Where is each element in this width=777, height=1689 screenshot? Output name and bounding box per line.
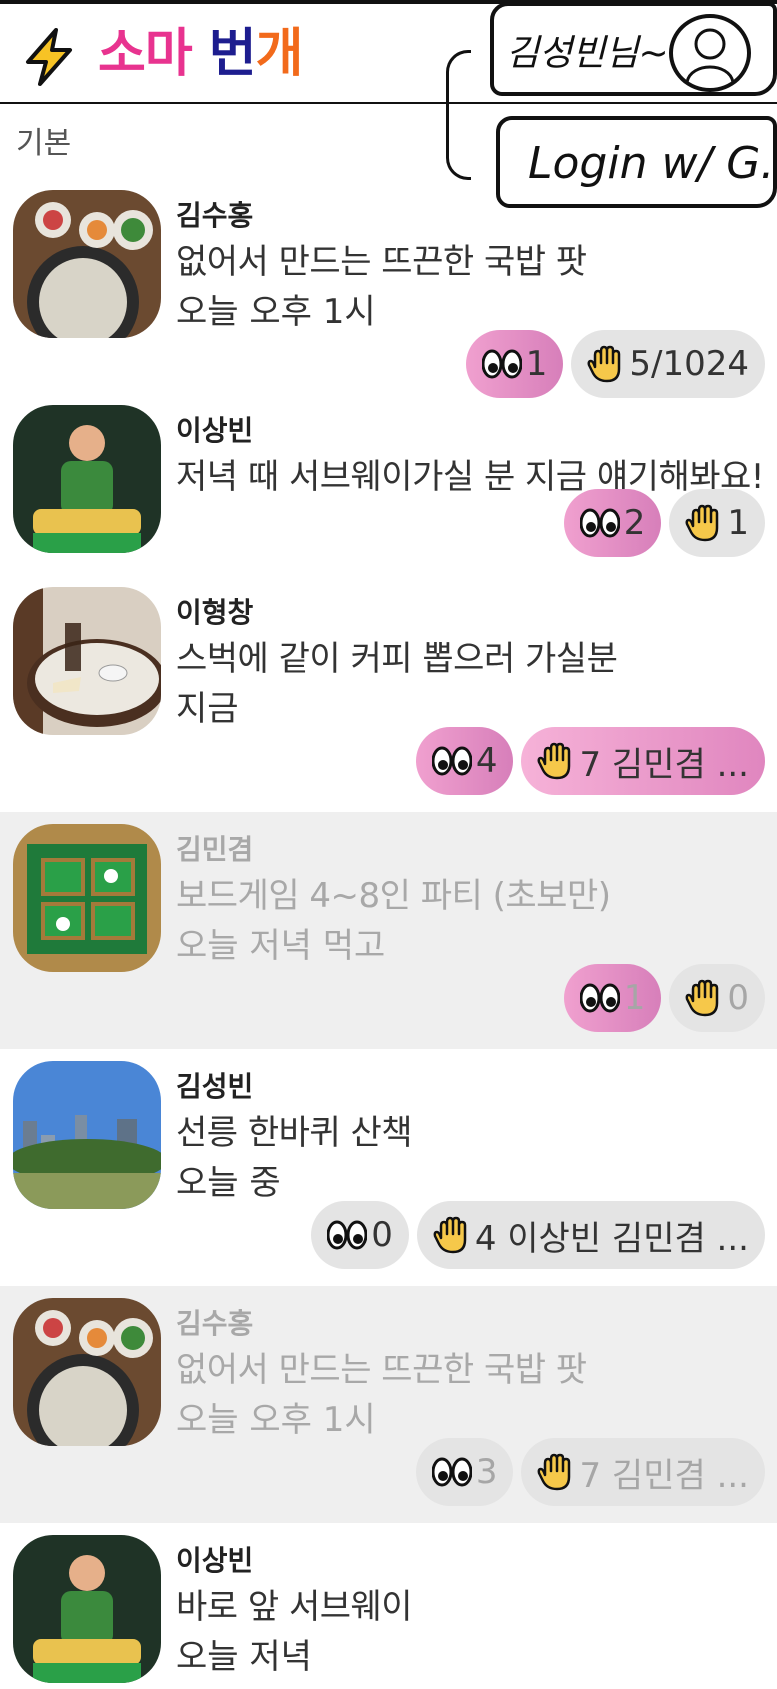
post-thumbnail xyxy=(13,1298,161,1446)
post-item[interactable]: 이형창 스벅에 같이 커피 뽑으러 가실분 지금 4 7 김민겸 ... xyxy=(0,575,777,812)
view-count-badge[interactable]: 1 xyxy=(563,964,662,1032)
post-thumbnail xyxy=(13,190,161,338)
join-count: 7 김민겸 ... xyxy=(579,744,749,785)
post-badges: 4 7 김민겸 ... xyxy=(415,727,765,795)
join-badge[interactable]: 5/1024 xyxy=(571,330,765,398)
post-title: 없어서 만드는 뜨끈한 국밥 팟 xyxy=(176,1350,587,1390)
raised-hand-icon xyxy=(685,504,719,542)
post-item[interactable]: 김민겸 보드게임 4~8인 파티 (초보만) 오늘 저녁 먹고 1 0 xyxy=(0,812,777,1049)
view-count: 4 xyxy=(475,741,498,781)
post-badges: 1 5/1024 xyxy=(465,330,765,398)
post-thumbnail xyxy=(13,824,161,972)
post-author: 이상빈 xyxy=(176,414,254,447)
view-count-badge[interactable]: 1 xyxy=(465,330,564,398)
post-thumbnail xyxy=(13,1061,161,1209)
raised-hand-icon xyxy=(537,1453,571,1491)
eyes-icon xyxy=(481,349,522,379)
post-title: 없어서 만드는 뜨끈한 국밥 팟 xyxy=(176,242,587,282)
join-badge[interactable]: 7 김민겸 ... xyxy=(521,727,765,795)
join-badge[interactable]: 1 xyxy=(669,489,765,557)
post-thumbnail xyxy=(13,1535,161,1683)
post-author: 김수홍 xyxy=(176,199,254,232)
join-badge[interactable]: 4 이상빈 김민겸 ... xyxy=(416,1201,765,1269)
eyes-icon xyxy=(327,1220,368,1250)
view-count: 1 xyxy=(525,344,548,384)
join-count: 4 이상빈 김민겸 ... xyxy=(474,1218,749,1259)
post-item[interactable]: 김성빈 선릉 한바퀴 산책 오늘 중 0 4 이상빈 김민겸 ... xyxy=(0,1049,777,1286)
post-author: 김수홍 xyxy=(176,1307,254,1340)
join-badge[interactable]: 7 김민겸 ... xyxy=(521,1438,765,1506)
post-time: 오늘 오후 1시 xyxy=(176,1400,376,1440)
join-count: 1 xyxy=(727,503,749,543)
raised-hand-icon xyxy=(537,742,571,780)
annotation-bracket xyxy=(446,50,471,180)
app-title-part1: 소마 xyxy=(98,24,193,84)
join-count: 5/1024 xyxy=(629,344,749,384)
raised-hand-icon xyxy=(433,1216,467,1254)
post-item[interactable]: 김수홍 없어서 만드는 뜨끈한 국밥 팟 오늘 오후 1시 1 5/1024 xyxy=(0,178,777,398)
post-time: 오늘 저녁 먹고 xyxy=(176,926,386,966)
view-count-badge[interactable]: 0 xyxy=(311,1201,409,1269)
raised-hand-icon xyxy=(587,345,621,383)
post-author: 이형창 xyxy=(176,596,254,629)
app-title-part2b: 개 xyxy=(255,24,304,84)
view-count-badge[interactable]: 2 xyxy=(563,489,662,557)
post-time: 오늘 오후 1시 xyxy=(176,292,376,332)
post-badges: 1 0 xyxy=(563,964,765,1032)
post-thumbnail xyxy=(13,587,161,735)
view-count: 0 xyxy=(371,1215,393,1255)
post-author: 김성빈 xyxy=(176,1070,254,1103)
user-profile-button[interactable]: 김성빈님~ xyxy=(490,2,777,96)
app-title-part2a: 번 xyxy=(208,24,257,84)
user-name-label: 김성빈님~ xyxy=(506,33,669,74)
category-label[interactable]: 기본 xyxy=(16,118,71,162)
join-badge[interactable]: 0 xyxy=(669,964,765,1032)
post-time: 지금 xyxy=(176,689,239,729)
join-count: 0 xyxy=(727,978,749,1018)
view-count: 1 xyxy=(623,978,646,1018)
post-title: 선릉 한바퀴 산책 xyxy=(176,1113,413,1153)
post-author: 김민겸 xyxy=(176,833,254,866)
post-item[interactable]: 이상빈 바로 앞 서브웨이 오늘 저녁 xyxy=(0,1523,777,1689)
view-count-badge[interactable]: 3 xyxy=(415,1438,514,1506)
post-item[interactable]: 김수홍 없어서 만드는 뜨끈한 국밥 팟 오늘 오후 1시 3 7 김민겸 ..… xyxy=(0,1286,777,1523)
post-item[interactable]: 이상빈 저녁 때 서브웨이가실 분 지금 얘기해봐요! 2 1 xyxy=(0,393,777,575)
post-author: 이상빈 xyxy=(176,1544,254,1577)
view-count: 3 xyxy=(475,1452,498,1492)
post-time: 오늘 중 xyxy=(176,1163,281,1203)
post-badges: 3 7 김민겸 ... xyxy=(415,1438,765,1506)
view-count-badge[interactable]: 4 xyxy=(415,727,514,795)
post-badges: 0 4 이상빈 김민겸 ... xyxy=(311,1201,765,1269)
app-title[interactable]: 소마 번개 xyxy=(98,22,304,86)
post-badges: 2 1 xyxy=(563,489,765,557)
post-thumbnail xyxy=(13,405,161,553)
user-avatar-icon xyxy=(669,14,751,92)
eyes-icon xyxy=(431,1457,472,1487)
post-time: 오늘 저녁 xyxy=(176,1637,312,1677)
raised-hand-icon xyxy=(685,979,719,1017)
eyes-icon xyxy=(579,508,620,538)
eyes-icon xyxy=(579,983,620,1013)
post-title: 보드게임 4~8인 파티 (초보만) xyxy=(176,876,611,916)
post-title: 스벅에 같이 커피 뽑으러 가실분 xyxy=(176,639,618,679)
post-title: 바로 앞 서브웨이 xyxy=(176,1587,413,1627)
eyes-icon xyxy=(431,746,472,776)
join-count: 7 김민겸 ... xyxy=(579,1455,749,1496)
lightning-bolt-icon xyxy=(26,28,72,86)
view-count: 2 xyxy=(623,503,646,543)
